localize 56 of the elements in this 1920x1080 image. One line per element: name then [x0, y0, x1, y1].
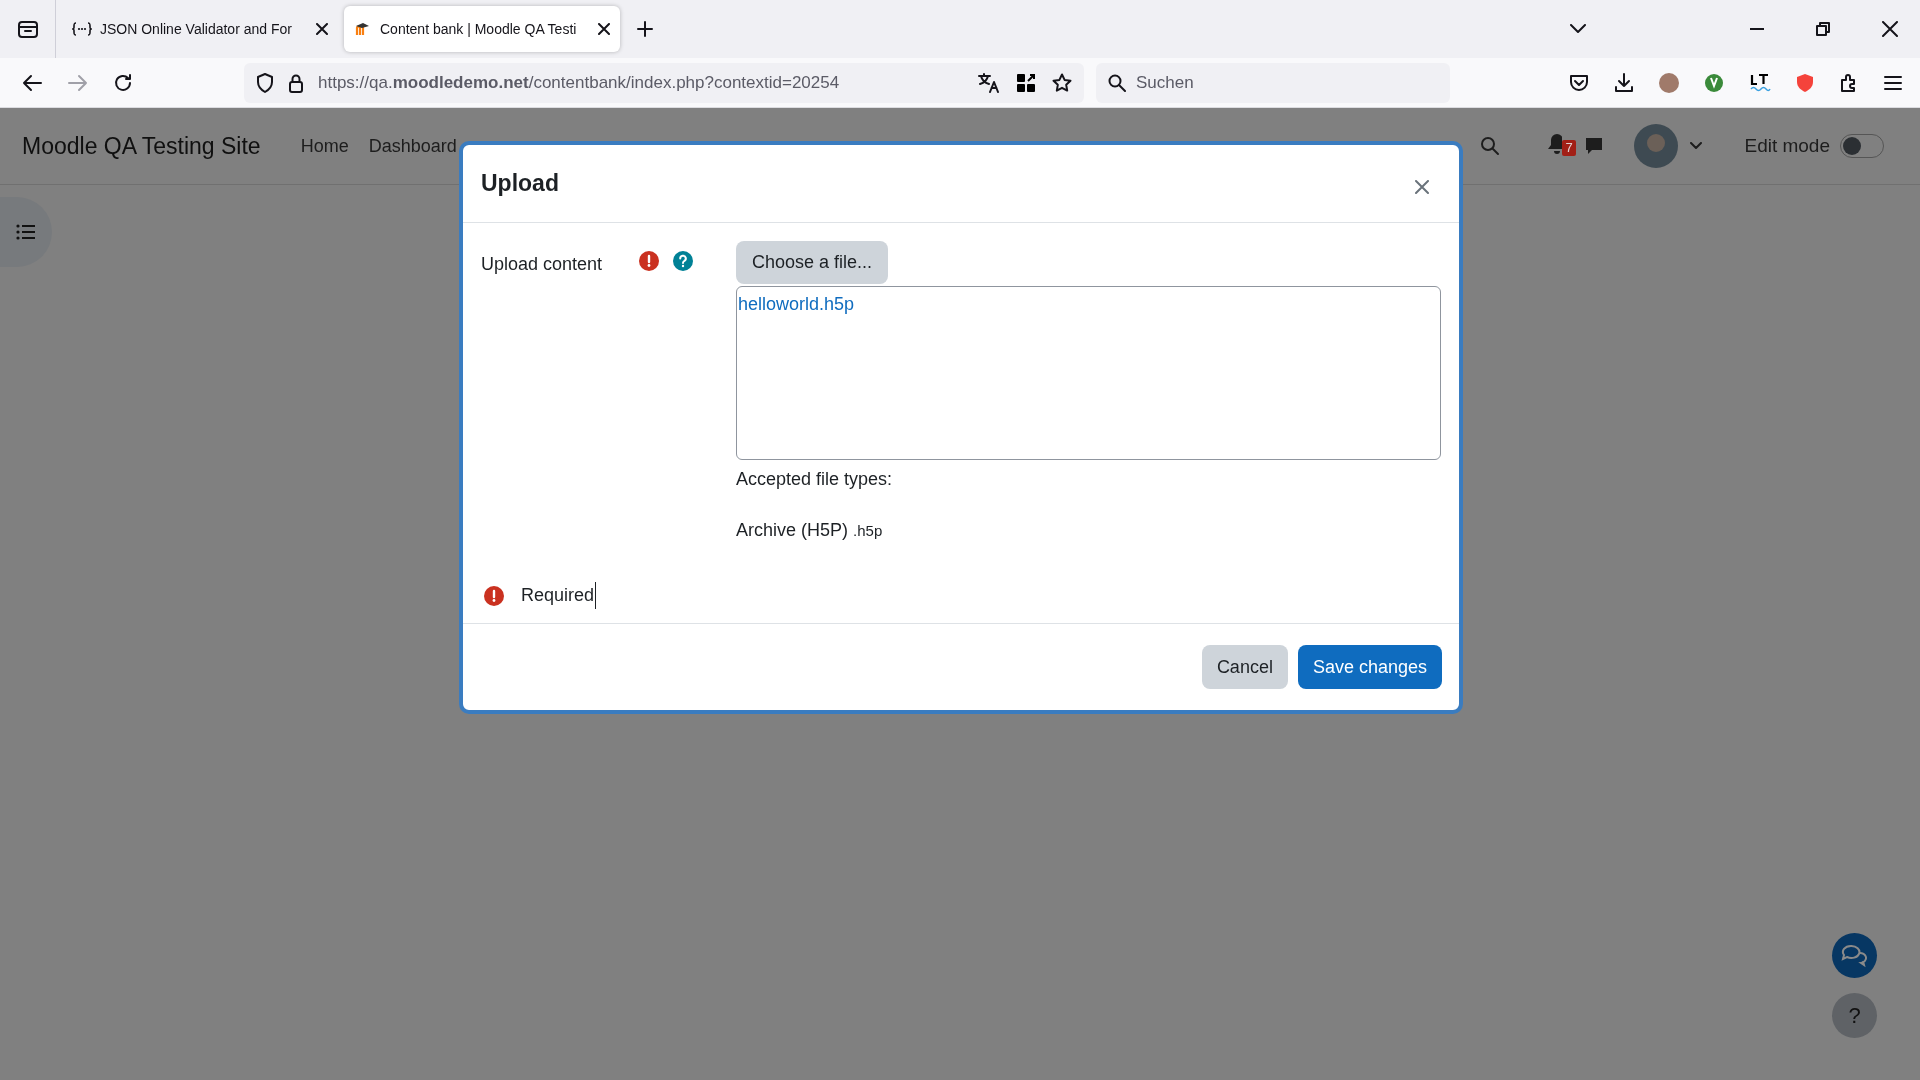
help-icon[interactable]: [673, 251, 693, 271]
cancel-button[interactable]: Cancel: [1201, 645, 1288, 689]
back-arrow-icon[interactable]: [22, 73, 42, 92]
close-icon[interactable]: [1882, 21, 1898, 37]
chat-bubbles-icon: [1840, 943, 1869, 968]
download-icon[interactable]: [1614, 72, 1634, 93]
dialog-title: Upload: [481, 169, 559, 199]
required-icon: [639, 251, 659, 271]
shield-icon[interactable]: [1796, 72, 1814, 93]
file-drop-area[interactable]: helloworld.h5p: [736, 286, 1441, 460]
tab-title: JSON Online Validator and For: [100, 19, 293, 39]
nav-link[interactable]: Dashboard: [368, 132, 457, 160]
translate-icon[interactable]: [978, 72, 1000, 93]
list-icon: [16, 224, 36, 240]
search-field[interactable]: Suchen: [1096, 62, 1450, 103]
help-button[interactable]: ?: [1832, 993, 1877, 1038]
search-icon[interactable]: [1480, 136, 1501, 156]
star-icon[interactable]: [1052, 72, 1072, 93]
drawer-toggle-button[interactable]: [0, 197, 52, 267]
tab-title: Content bank | Moodle QA Testi: [380, 19, 578, 39]
address-bar[interactable]: https://qa.moodledemo.net/contentbank/index.php?contextid=20254: [244, 62, 1084, 103]
restore-icon[interactable]: [1816, 22, 1830, 36]
chat-button[interactable]: [1832, 933, 1877, 978]
browser-tab[interactable]: Content bank | Moodle QA Testi: [344, 6, 620, 52]
lock-icon: [288, 72, 304, 93]
extension-avatar-icon[interactable]: [1659, 72, 1679, 93]
field-label: Upload content: [481, 253, 604, 276]
required-error-text: Required: [521, 582, 597, 609]
qr-grid-icon[interactable]: [1016, 72, 1036, 93]
languagetool-icon[interactable]: [1749, 72, 1771, 93]
notification-count-badge: 7: [1562, 140, 1576, 156]
pocket-icon[interactable]: [1569, 72, 1589, 93]
browser-tab[interactable]: JSON Online Validator and For: [62, 6, 338, 52]
choose-file-button[interactable]: Choose a file...: [736, 241, 889, 284]
url-text: https://qa.moodledemo.net/contentbank/index.php?contextid=20254: [318, 71, 840, 94]
close-icon[interactable]: [316, 23, 328, 35]
search-icon: [1108, 73, 1126, 92]
bell-icon[interactable]: [1546, 132, 1563, 156]
edit-mode-label: Edit mode: [1744, 133, 1830, 158]
shield-icon: [256, 72, 274, 93]
tab-list-icon[interactable]: [16, 19, 39, 39]
close-icon[interactable]: [598, 23, 610, 35]
new-tab-icon[interactable]: [636, 20, 654, 38]
chat-bubble-icon[interactable]: [1584, 136, 1605, 156]
site-title[interactable]: Moodle QA Testing Site: [22, 128, 261, 164]
reload-icon[interactable]: [114, 73, 132, 92]
chevron-down-icon[interactable]: [1570, 24, 1586, 34]
error-icon: [484, 585, 504, 606]
menu-icon[interactable]: [1884, 74, 1902, 91]
save-button[interactable]: Save changes: [1297, 645, 1442, 689]
braces-icon: [72, 22, 92, 36]
file-link[interactable]: helloworld.h5p: [738, 291, 855, 318]
file-extension: .h5p: [853, 521, 883, 541]
nav-link[interactable]: Home: [300, 132, 349, 160]
accepted-types-label: Accepted file types:: [736, 468, 894, 491]
file-type-name: Archive (H5P): [736, 519, 849, 542]
